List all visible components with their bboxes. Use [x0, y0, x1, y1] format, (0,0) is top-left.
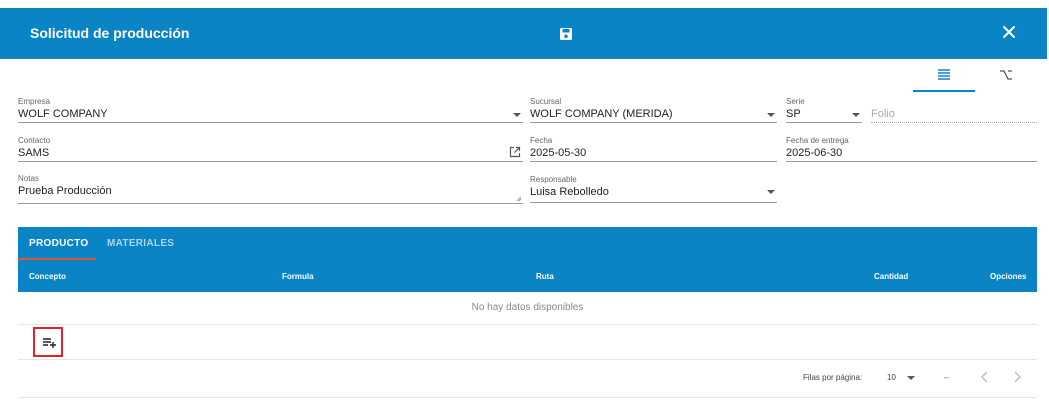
rows-per-page-select[interactable]: 10 [887, 371, 917, 385]
add-row-bar [18, 325, 1037, 360]
contacto-value: SAMS [18, 147, 50, 159]
column-header-formula[interactable]: Formula [282, 272, 314, 281]
save-icon[interactable] [559, 27, 573, 41]
sucursal-select[interactable]: Sucursal WOLF COMPANY (MERIDA) [530, 97, 777, 123]
list-lines-icon [938, 69, 950, 80]
underline [786, 122, 862, 123]
underline [530, 161, 777, 162]
column-header-opciones[interactable]: Opciones [990, 272, 1026, 281]
tab-materiales[interactable]: MATERIALES [107, 238, 174, 249]
dialog-title: Solicitud de producción [30, 25, 190, 41]
sucursal-label: Sucursal [530, 97, 562, 106]
column-header-concepto[interactable]: Concepto [29, 272, 66, 281]
contacto-label: Contacto [18, 136, 51, 145]
tab-bar: PRODUCTO MATERIALES [18, 227, 1037, 260]
alt-view-tab[interactable] [975, 62, 1037, 90]
responsable-label: Responsable [530, 175, 577, 184]
underline [871, 122, 1037, 123]
underline [786, 161, 1037, 162]
close-icon[interactable] [1002, 25, 1016, 39]
serie-select[interactable]: Serie SP [786, 97, 862, 123]
responsable-select[interactable]: Responsable Luisa Rebolledo [530, 175, 777, 203]
chevron-left-icon[interactable] [979, 370, 991, 384]
folio-field[interactable]: Folio [871, 97, 1037, 123]
underline [530, 202, 777, 203]
folio-placeholder: Folio [871, 108, 895, 120]
fecha-value: 2025-05-30 [530, 147, 587, 159]
pagination: Filas por página: 10 – [18, 359, 1037, 398]
empty-state: No hay datos disponibles [18, 292, 1037, 325]
fecha-entrega-value: 2025-06-30 [786, 147, 843, 159]
option-key-icon [1000, 70, 1012, 80]
responsable-value: Luisa Rebolledo [530, 186, 609, 198]
chevron-down-icon [767, 113, 775, 117]
add-item-button[interactable] [33, 327, 63, 357]
fecha-field[interactable]: Fecha 2025-05-30 [530, 136, 777, 162]
items-panel: PRODUCTO MATERIALES Concepto Formula Rut… [18, 227, 1037, 398]
notas-label: Notas [18, 174, 39, 183]
underline [18, 203, 523, 204]
form-view-tab[interactable] [913, 62, 975, 92]
page-range: – [944, 372, 950, 382]
empresa-value: WOLF COMPANY [18, 108, 108, 120]
chevron-down-icon [767, 190, 775, 194]
chevron-down-icon [907, 376, 915, 380]
fecha-label: Fecha [530, 136, 553, 145]
notas-textarea[interactable]: Notas Prueba Producción [18, 174, 523, 204]
empresa-label: Empresa [18, 97, 51, 106]
column-header-cantidad[interactable]: Cantidad [874, 272, 908, 281]
chevron-right-icon[interactable] [1011, 370, 1023, 384]
rows-per-page-label: Filas por página: [803, 373, 863, 382]
tab-producto[interactable]: PRODUCTO [29, 238, 88, 249]
rows-per-page-value: 10 [887, 373, 896, 382]
column-header-ruta[interactable]: Ruta [536, 272, 554, 281]
fecha-entrega-field[interactable]: Fecha de entrega 2025-06-30 [786, 136, 1037, 162]
underline [18, 122, 523, 123]
chevron-down-icon [852, 113, 860, 117]
underline [18, 161, 523, 162]
chevron-down-icon [513, 113, 521, 117]
open-in-new-icon[interactable] [509, 146, 521, 158]
sucursal-value: WOLF COMPANY (MERIDA) [530, 108, 673, 120]
serie-label: Serie [786, 97, 805, 106]
empresa-select[interactable]: Empresa WOLF COMPANY [18, 97, 523, 123]
resize-handle-icon[interactable] [516, 196, 522, 202]
dialog-header: Solicitud de producción [0, 8, 1047, 59]
underline [530, 122, 777, 123]
serie-value: SP [786, 108, 801, 120]
table-header: Concepto Formula Ruta Cantidad Opciones [18, 260, 1037, 292]
contacto-field[interactable]: Contacto SAMS [18, 136, 523, 162]
playlist-add-icon [43, 338, 56, 348]
fecha-entrega-label: Fecha de entrega [786, 136, 849, 145]
notas-value: Prueba Producción [18, 185, 112, 197]
